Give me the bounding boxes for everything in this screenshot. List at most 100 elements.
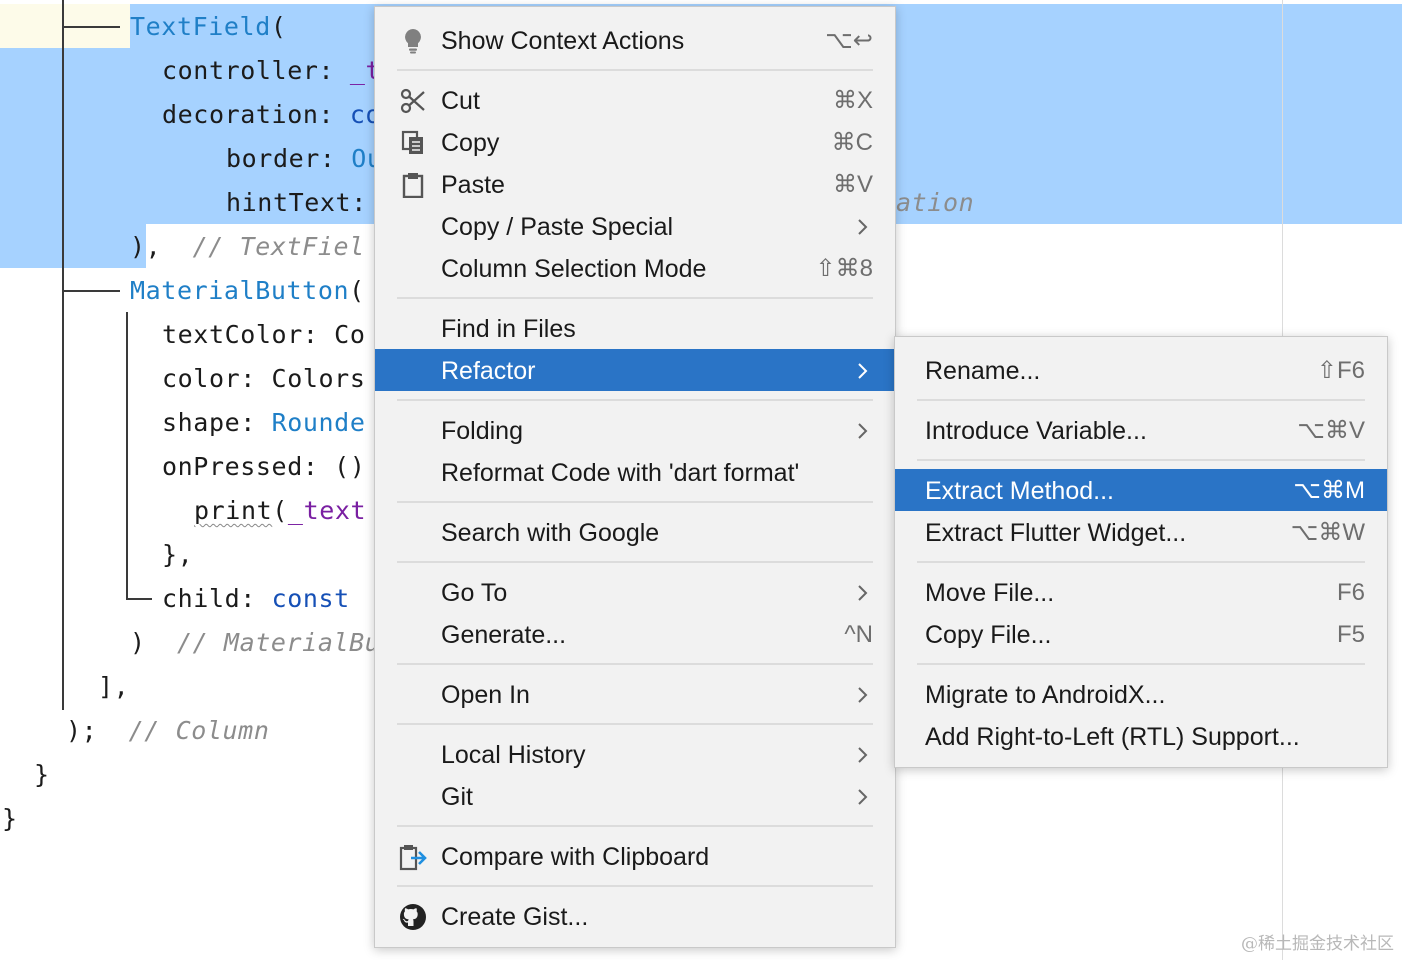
menu-item-label: Cut: [441, 87, 480, 115]
menu-item-refactor[interactable]: Refactor: [375, 349, 895, 391]
shortcut: ⌘V: [832, 171, 873, 198]
code-line: ) // MaterialBu: [130, 628, 380, 658]
code-token: MaterialButton: [130, 276, 350, 305]
indent-guide: [126, 312, 128, 600]
menu-separator: [397, 69, 873, 71]
menu-item-find-in-files[interactable]: Find in Files: [375, 307, 895, 349]
menu-item-extract-method[interactable]: Extract Method... ⌥⌘M: [895, 469, 1387, 511]
code-token: const: [271, 584, 350, 613]
code-token: onPressed: (): [162, 452, 366, 481]
menu-item-extract-flutter-widget[interactable]: Extract Flutter Widget... ⌥⌘W: [895, 511, 1387, 553]
chevron-right-icon: [858, 423, 868, 439]
menu-item-copy-file[interactable]: Copy File... F5: [895, 613, 1387, 655]
menu-item-label: Create Gist...: [441, 903, 589, 931]
menu-item-copy-paste-special[interactable]: Copy / Paste Special: [375, 205, 895, 247]
menu-item-local-history[interactable]: Local History: [375, 733, 895, 775]
menu-item-reformat-code[interactable]: Reformat Code with 'dart format': [375, 451, 895, 493]
code-token: (: [272, 496, 288, 525]
code-line: controller: _t: [162, 56, 381, 86]
code-token: // TextFiel: [192, 232, 365, 261]
code-line: color: Colors: [162, 364, 365, 394]
menu-item-label: Open In: [441, 681, 530, 709]
menu-item-folding[interactable]: Folding: [375, 409, 895, 451]
menu-separator: [397, 561, 873, 563]
menu-separator: [397, 399, 873, 401]
menu-item-copy[interactable]: Copy ⌘C: [375, 121, 895, 163]
shortcut: ⌥⌘V: [1297, 417, 1365, 444]
indent-guide: [62, 26, 120, 28]
menu-item-add-rtl-support[interactable]: Add Right-to-Left (RTL) Support...: [895, 715, 1387, 757]
code-token: ],: [98, 672, 130, 701]
code-token: );: [66, 716, 129, 745]
code-token: (: [270, 12, 287, 41]
menu-item-paste[interactable]: Paste ⌘V: [375, 163, 895, 205]
code-line: border: Ou: [226, 144, 383, 174]
menu-item-label: Add Right-to-Left (RTL) Support...: [925, 723, 1300, 751]
menu-item-git[interactable]: Git: [375, 775, 895, 817]
menu-item-introduce-variable[interactable]: Introduce Variable... ⌥⌘V: [895, 409, 1387, 451]
menu-item-label: Introduce Variable...: [925, 417, 1147, 445]
code-token: shape:: [162, 408, 272, 437]
code-line: decoration: co: [162, 100, 381, 130]
shortcut: ⌘X: [832, 87, 873, 114]
menu-separator: [397, 501, 873, 503]
hint-text-tail: ation: [896, 188, 975, 217]
clipboard-icon: [399, 172, 427, 198]
lightbulb-icon: [399, 28, 427, 54]
shortcut: F5: [1336, 621, 1365, 648]
code-line: }: [34, 760, 50, 790]
menu-separator: [917, 459, 1365, 461]
copy-icon: [399, 130, 427, 156]
menu-item-label: Copy File...: [925, 621, 1052, 649]
menu-item-go-to[interactable]: Go To: [375, 571, 895, 613]
menu-item-label: Extract Method...: [925, 477, 1114, 505]
menu-separator: [917, 399, 1365, 401]
watermark: @稀土掘金技术社区: [1241, 934, 1394, 954]
menu-item-label: Compare with Clipboard: [441, 843, 710, 871]
code-line: ],: [98, 672, 129, 702]
chevron-right-icon: [858, 585, 868, 601]
code-token: ): [130, 628, 177, 657]
menu-item-label: Local History: [441, 741, 586, 769]
menu-item-label: Extract Flutter Widget...: [925, 519, 1187, 547]
indent-guide: [62, 290, 120, 292]
shortcut: ^N: [844, 621, 873, 648]
editor-context-menu: Show Context Actions ⌥↩ Cut ⌘X Copy ⌘C P…: [374, 6, 896, 948]
code-line: MaterialButton(: [130, 276, 365, 306]
menu-item-generate[interactable]: Generate... ^N: [375, 613, 895, 655]
shortcut: ⌘C: [831, 129, 873, 156]
code-token: print: [194, 496, 273, 525]
code-token: // Column: [128, 716, 270, 745]
indent-guide: [62, 0, 64, 710]
github-icon: [399, 904, 427, 930]
menu-item-cut[interactable]: Cut ⌘X: [375, 79, 895, 121]
code-line: child: const: [162, 584, 350, 614]
menu-item-rename[interactable]: Rename... ⇧F6: [895, 349, 1387, 391]
code-token: Rounde: [271, 408, 366, 437]
menu-item-move-file[interactable]: Move File... F6: [895, 571, 1387, 613]
code-token: }: [34, 760, 50, 789]
menu-item-column-selection-mode[interactable]: Column Selection Mode ⇧⌘8: [375, 247, 895, 289]
code-token: (: [349, 276, 365, 305]
shortcut: ⇧F6: [1316, 357, 1365, 384]
menu-item-search-with-google[interactable]: Search with Google: [375, 511, 895, 553]
menu-separator: [397, 663, 873, 665]
chevron-right-icon: [858, 363, 868, 379]
menu-item-label: Generate...: [441, 621, 567, 649]
menu-item-compare-with-clipboard[interactable]: Compare with Clipboard: [375, 835, 895, 877]
code-token: hintText:: [226, 188, 383, 217]
code-line: }: [2, 804, 18, 834]
menu-item-migrate-to-androidx[interactable]: Migrate to AndroidX...: [895, 673, 1387, 715]
menu-item-show-context-actions[interactable]: Show Context Actions ⌥↩: [375, 19, 895, 61]
menu-item-label: Copy: [441, 129, 500, 157]
menu-item-open-in[interactable]: Open In: [375, 673, 895, 715]
menu-item-label: Refactor: [441, 357, 536, 385]
code-token: // MaterialBu: [176, 628, 381, 657]
menu-item-label: Reformat Code with 'dart format': [441, 459, 800, 487]
menu-item-label: Folding: [441, 417, 523, 445]
shortcut: ⌥⌘M: [1293, 477, 1365, 504]
code-token: decoration:: [162, 100, 350, 129]
menu-item-create-gist[interactable]: Create Gist...: [375, 895, 895, 937]
code-token: controller:: [162, 56, 350, 85]
menu-item-label: Git: [441, 783, 473, 811]
